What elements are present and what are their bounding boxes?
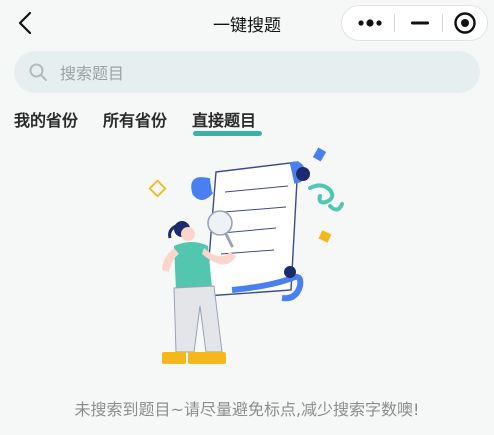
tab-direct-questions[interactable]: 直接题目 <box>192 107 256 131</box>
active-tab-indicator <box>193 131 262 136</box>
search-icon <box>29 63 47 81</box>
search-bar[interactable] <box>14 51 480 93</box>
tab-all-provinces[interactable]: 所有省份 <box>103 107 167 131</box>
confetti-yellow <box>318 230 332 243</box>
confetti-teal-swirl <box>308 183 344 212</box>
target-circle-icon <box>454 12 476 34</box>
mini-program-capsule <box>341 5 488 41</box>
minus-icon <box>411 21 429 25</box>
close-button[interactable] <box>443 6 487 40</box>
navigation-bar: 一键搜题 <box>0 0 494 46</box>
confetti-outline-diamond <box>148 179 167 198</box>
capsule-divider <box>394 14 395 32</box>
magnifier-lens <box>207 210 233 236</box>
person-shirt <box>174 242 212 290</box>
empty-state-message: 未搜索到题目~请尽量避免标点,减少搜索字数噢! <box>74 400 420 419</box>
more-button[interactable] <box>348 6 392 40</box>
person-pants <box>173 285 223 353</box>
minimize-button[interactable] <box>398 6 442 40</box>
confetti-blue <box>312 147 327 162</box>
more-dots-icon <box>358 19 382 27</box>
person-with-magnifier-document-illustration <box>148 147 344 364</box>
tab-my-province[interactable]: 我的省份 <box>14 107 78 131</box>
search-input[interactable] <box>58 56 462 90</box>
person-right-shoe <box>188 352 226 364</box>
person-left-shoe <box>162 352 186 364</box>
